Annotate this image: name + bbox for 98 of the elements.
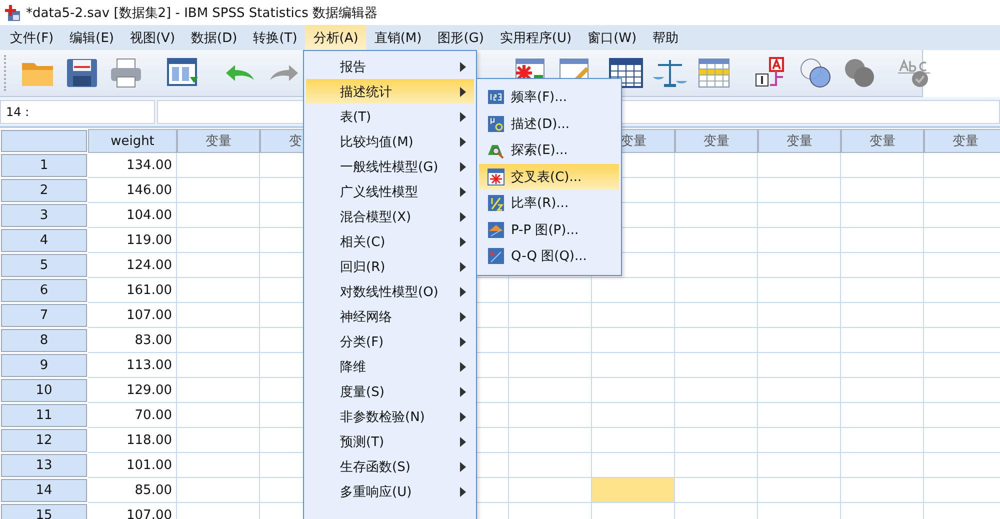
window-title: *data5-2.sav [数据集2] - IBM SPSS Statistics 数据编辑器: [26, 4, 378, 22]
submenu-arrow-icon: [460, 87, 466, 97]
menu-item[interactable]: 频率(F)...: [479, 84, 619, 110]
menu-item[interactable]: P-P 图(P)...: [479, 216, 619, 243]
row-number[interactable]: 6: [1, 279, 87, 302]
submenu-arrow-icon: [460, 362, 466, 372]
menu-item[interactable]: 降维: [306, 354, 474, 379]
crosstab-icon: [487, 168, 505, 186]
menu-item[interactable]: 直销(M): [366, 25, 430, 50]
app-icon: [3, 4, 21, 22]
menu-item[interactable]: 表(T): [306, 104, 474, 129]
row-number[interactable]: 5: [1, 254, 87, 277]
row-number[interactable]: 12: [1, 429, 87, 452]
menu-item[interactable]: 数据(D): [183, 25, 246, 50]
highlighted-table-icon[interactable]: [696, 57, 732, 89]
menu-item[interactable]: 比较均值(M): [306, 129, 474, 154]
menu-item[interactable]: 帮助: [644, 25, 687, 50]
menu-item[interactable]: 对数线性模型(O): [306, 279, 474, 304]
submenu-arrow-icon: [460, 287, 466, 297]
menu-item[interactable]: 一般线性模型(G): [306, 154, 474, 179]
table-cell: 85.00: [88, 478, 177, 503]
menu-item[interactable]: 分类(F): [306, 329, 474, 354]
row-number[interactable]: 10: [1, 379, 87, 402]
submenu-arrow-icon: [460, 487, 466, 497]
menu-item[interactable]: 文件(F): [2, 25, 62, 50]
submenu-arrow-icon: [460, 312, 466, 322]
menu-item[interactable]: 分析(A): [305, 25, 366, 50]
submenu-arrow-icon: [460, 187, 466, 197]
menu-item[interactable]: 混合模型(X): [306, 204, 474, 229]
submenu-arrow-icon: [460, 262, 466, 272]
submenu-arrow-icon: [460, 387, 466, 397]
submenu-arrow-icon: [460, 337, 466, 347]
menu-item[interactable]: 相关(C): [306, 229, 474, 254]
row-number[interactable]: 9: [1, 354, 87, 377]
menu-item[interactable]: Q-Q 图(Q)...: [479, 243, 619, 270]
submenu-arrow-icon: [460, 137, 466, 147]
submenu-arrow-icon: [460, 212, 466, 222]
menu-item[interactable]: 神经网络: [306, 304, 474, 329]
pp-plot-icon: [487, 220, 505, 239]
menu-item[interactable]: 窗口(W): [580, 25, 645, 50]
table-cell: 107.00: [88, 503, 177, 519]
table-cell: 118.00: [88, 428, 177, 453]
menu-item[interactable]: 视图(V): [122, 25, 184, 50]
table-cell: 124.00: [88, 253, 177, 278]
printer-icon[interactable]: [108, 57, 144, 89]
menu-item[interactable]: 交叉表(C)...: [479, 164, 619, 190]
menu-item[interactable]: 编辑(E): [62, 25, 122, 50]
row-number[interactable]: 11: [1, 404, 87, 427]
fraction-icon: [487, 194, 505, 212]
row-number[interactable]: 2: [1, 179, 87, 202]
column-header[interactable]: 变: [289, 132, 302, 150]
row-number[interactable]: 14: [1, 479, 87, 502]
table-cell: 83.00: [88, 328, 177, 353]
submenu-arrow-icon: [460, 162, 466, 172]
menu-item[interactable]: 实用程序(U): [492, 25, 580, 50]
menu-item[interactable]: 多重响应(U): [306, 479, 474, 504]
table-cell: 107.00: [88, 303, 177, 328]
table-cell: 70.00: [88, 403, 177, 428]
menu-item[interactable]: 预测(T): [306, 429, 474, 454]
table-cell: 104.00: [88, 203, 177, 228]
menu-item[interactable]: 非参数检验(N): [306, 404, 474, 429]
table-cell: 129.00: [88, 378, 177, 403]
row-number[interactable]: 1: [1, 154, 87, 177]
menu-item[interactable]: 广义线性模型: [306, 179, 474, 204]
submenu-arrow-icon: [460, 237, 466, 247]
spell-check-icon[interactable]: [896, 57, 932, 89]
submenu-arrow-icon: [460, 62, 466, 72]
row-number[interactable]: 13: [1, 454, 87, 477]
menu-item[interactable]: 转换(T): [245, 25, 306, 50]
submenu-arrow-icon: [460, 412, 466, 422]
table-cell: 101.00: [88, 453, 177, 478]
row-number[interactable]: 8: [1, 329, 87, 352]
qq-plot-icon: [487, 247, 505, 266]
menu-item[interactable]: 报告: [306, 54, 474, 79]
table-cell: 134.00: [88, 153, 177, 178]
balance-scale-icon[interactable]: [652, 57, 688, 89]
submenu-arrow-icon: [460, 437, 466, 447]
table-cell: 161.00: [88, 278, 177, 303]
row-number[interactable]: 4: [1, 229, 87, 252]
row-number[interactable]: 15: [1, 504, 87, 519]
number-icon: [487, 88, 505, 106]
row-number[interactable]: 3: [1, 204, 87, 227]
row-number[interactable]: 7: [1, 304, 87, 327]
menu-item[interactable]: 图形(G): [430, 25, 492, 50]
table-cell: 146.00: [88, 178, 177, 203]
table-cell: 113.00: [88, 353, 177, 378]
menu-item[interactable]: 度量(S): [306, 379, 474, 404]
menu-item[interactable]: 探索(E)...: [479, 137, 619, 164]
menu-item[interactable]: 描述(D)...: [479, 110, 619, 137]
menu-item[interactable]: 回归(R): [306, 254, 474, 279]
cell-reference: 14 :: [0, 100, 155, 124]
menu-item[interactable]: 比率(R)...: [479, 190, 619, 216]
submenu-arrow-icon: [460, 462, 466, 472]
menu-item[interactable]: 描述统计: [306, 79, 474, 104]
submenu-arrow-icon: [460, 112, 466, 122]
table-cell: 119.00: [88, 228, 177, 253]
mu-sigma-icon: [487, 114, 505, 133]
menu-item[interactable]: 生存函数(S): [306, 454, 474, 479]
